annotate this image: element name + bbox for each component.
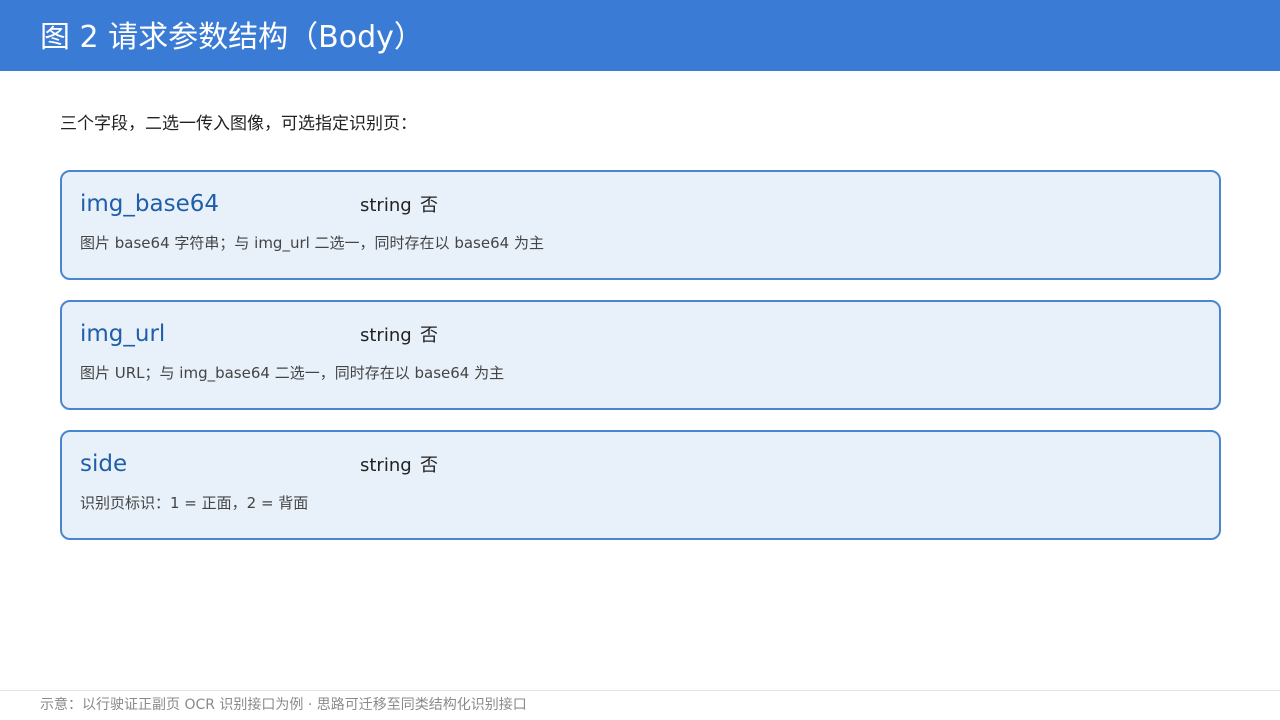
footer-divider (0, 690, 1280, 691)
field-list: img_base64 string 否 图片 base64 字符串；与 img_… (60, 170, 1221, 560)
field-description: 识别页标识：1 = 正面，2 = 背面 (80, 494, 309, 512)
header-bar: 图 2 请求参数结构（Body） (0, 0, 1280, 71)
field-name: img_url (80, 321, 166, 347)
intro-text: 三个字段，二选一传入图像，可选指定识别页： (60, 114, 417, 134)
field-required: 否 (420, 195, 438, 216)
field-description: 图片 base64 字符串；与 img_url 二选一，同时存在以 base64… (80, 234, 544, 252)
field-name: img_base64 (80, 191, 219, 217)
field-description: 图片 URL；与 img_base64 二选一，同时存在以 base64 为主 (80, 364, 505, 382)
field-required: 否 (420, 325, 438, 346)
field-name: side (80, 451, 128, 477)
field-required: 否 (420, 455, 438, 476)
field-type: string (360, 325, 412, 346)
field-type: string (360, 455, 412, 476)
field-card-side: side string 否 识别页标识：1 = 正面，2 = 背面 (60, 430, 1221, 540)
field-card-img-url: img_url string 否 图片 URL；与 img_base64 二选一… (60, 300, 1221, 410)
field-type: string (360, 195, 412, 216)
field-card-img-base64: img_base64 string 否 图片 base64 字符串；与 img_… (60, 170, 1221, 280)
page-title: 图 2 请求参数结构（Body） (40, 20, 424, 55)
footer-note: 示意：以行驶证正副页 OCR 识别接口为例 · 思路可迁移至同类结构化识别接口 (40, 697, 527, 713)
